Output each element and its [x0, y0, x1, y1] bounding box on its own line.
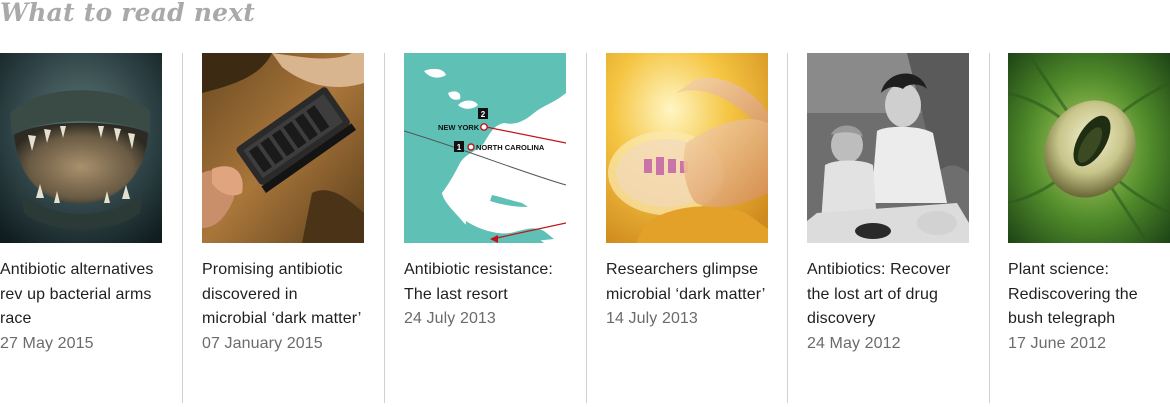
article-card-ichip[interactable]: Promising antibiotic discovered in micro…	[202, 53, 365, 407]
map-thumbnail[interactable]: 2 1 NEW YORK NORTH CAROLINA	[404, 53, 566, 243]
card-divider	[787, 53, 788, 403]
article-title[interactable]: Antibiotic resistance: The last resort 2…	[404, 258, 566, 332]
article-date: 24 May 2012	[807, 334, 901, 352]
card-divider	[182, 53, 183, 403]
section-heading: What to read next	[0, 0, 256, 27]
plant-stoma-thumbnail[interactable]	[1008, 53, 1170, 243]
article-title[interactable]: Researchers glimpse microbial ‘dark matt…	[606, 258, 768, 332]
article-date: 27 May 2015	[0, 334, 94, 352]
article-title-text[interactable]: Plant science: Rediscovering the bush te…	[1008, 261, 1138, 327]
article-title[interactable]: Antibiotic alternatives rev up bacterial…	[0, 258, 162, 356]
alligator-thumbnail[interactable]	[0, 53, 162, 243]
article-title-text[interactable]: Promising antibiotic discovered in micro…	[202, 261, 361, 327]
article-title[interactable]: Plant science: Rediscovering the bush te…	[1008, 258, 1170, 356]
article-date: 14 July 2013	[606, 310, 698, 327]
article-date: 07 January 2015	[202, 334, 323, 352]
scientists-photo-thumbnail[interactable]	[807, 53, 969, 243]
article-card-plant[interactable]: Plant science: Rediscovering the bush te…	[1008, 53, 1170, 407]
article-card-gel[interactable]: Researchers glimpse microbial ‘dark matt…	[606, 53, 769, 407]
lab-gel-thumbnail[interactable]	[606, 53, 768, 243]
article-title-text[interactable]: Antibiotic resistance: The last resort	[404, 261, 553, 303]
article-date: 17 June 2012	[1008, 334, 1107, 352]
article-title-text[interactable]: Antibiotics: Recover the lost art of dru…	[807, 261, 950, 327]
article-card-scientists[interactable]: Antibiotics: Recover the lost art of dru…	[807, 53, 970, 407]
article-title[interactable]: Antibiotics: Recover the lost art of dru…	[807, 258, 969, 356]
article-date: 24 July 2013	[404, 310, 496, 327]
article-title[interactable]: Promising antibiotic discovered in micro…	[202, 258, 364, 356]
article-card-map[interactable]: 2 1 NEW YORK NORTH CAROLINA Antibiotic r…	[404, 53, 567, 407]
article-title-text[interactable]: Antibiotic alternatives rev up bacterial…	[0, 261, 154, 327]
map-marker-2: 2	[481, 110, 486, 119]
card-divider	[384, 53, 385, 403]
article-list: Antibiotic alternatives rev up bacterial…	[0, 53, 1170, 407]
ichip-device-thumbnail[interactable]	[202, 53, 364, 243]
article-card-alligator[interactable]: Antibiotic alternatives rev up bacterial…	[0, 53, 163, 407]
card-divider	[586, 53, 587, 403]
card-divider	[989, 53, 990, 403]
map-marker-1: 1	[457, 143, 462, 152]
map-label-north-carolina: NORTH CAROLINA	[476, 143, 545, 152]
map-label-new-york: NEW YORK	[438, 123, 480, 132]
article-title-text[interactable]: Researchers glimpse microbial ‘dark matt…	[606, 261, 765, 303]
